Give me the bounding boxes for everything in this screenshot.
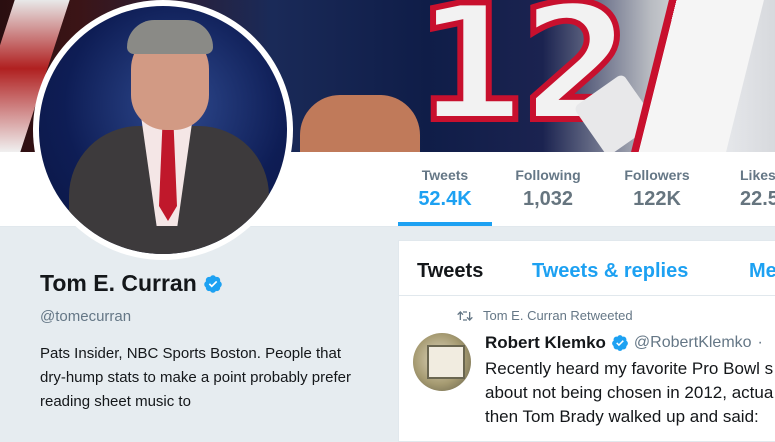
tweet-item[interactable]: Tom E. Curran Retweeted Robert Klemko @R… [399, 296, 775, 436]
avatar-hair [127, 20, 213, 54]
tweet-author-avatar[interactable] [413, 333, 471, 391]
tweet-author-handle[interactable]: @RobertKlemko [634, 334, 752, 352]
tab-tweets-replies[interactable]: Tweets & replies [532, 260, 688, 283]
tab-media[interactable]: Me [749, 260, 775, 283]
timeline-tabs: Tweets Tweets & replies Me [399, 241, 775, 296]
nav-likes-label: Likes [740, 167, 775, 183]
profile-name[interactable]: Tom E. Curran [40, 270, 197, 297]
nav-likes[interactable]: Likes 22.5 [720, 152, 775, 226]
tweet-author-name[interactable]: Robert Klemko [485, 333, 606, 353]
nav-tweets[interactable]: Tweets 52.4K [398, 152, 492, 226]
retweet-context: Tom E. Curran Retweeted [457, 308, 633, 323]
avatar-plaque [427, 345, 465, 379]
tweet-text-line: about not being chosen in 2012, actua [485, 383, 774, 402]
nav-likes-count: 22.5 [740, 188, 775, 210]
nav-followers-label: Followers [624, 167, 690, 183]
tweet-text-line: then Tom Brady walked up and said: [485, 407, 759, 426]
retweet-note[interactable]: Tom E. Curran Retweeted [483, 308, 633, 323]
banner-player-right [631, 0, 764, 152]
tweet-separator: · [757, 334, 763, 351]
tweet-text-line: Recently heard my favorite Pro Bowl s [485, 359, 774, 378]
nav-tweets-count: 52.4K [418, 188, 472, 210]
tab-tweets[interactable]: Tweets [417, 260, 483, 283]
verified-badge-icon [204, 274, 222, 293]
nav-followers-count: 122K [633, 188, 681, 210]
profile-card: Tom E. Curran @tomecurran Pats Insider, … [40, 270, 380, 414]
profile-handle[interactable]: @tomecurran [40, 308, 380, 325]
nav-following[interactable]: Following 1,032 [505, 152, 591, 226]
profile-avatar[interactable] [33, 0, 293, 260]
banner-arm [300, 95, 420, 152]
tweet-text: Recently heard my favorite Pro Bowl s ab… [485, 357, 775, 429]
tweet-header: Robert Klemko @RobertKlemko · [485, 333, 763, 353]
profile-bio: Pats Insider, NBC Sports Boston. People … [40, 345, 351, 410]
verified-badge-icon [612, 335, 628, 351]
profile-name-row: Tom E. Curran [40, 270, 380, 297]
nav-tweets-label: Tweets [421, 167, 469, 183]
avatar-photo [39, 6, 287, 254]
timeline: Tweets Tweets & replies Me Tom E. Curran… [398, 240, 775, 442]
nav-following-label: Following [515, 167, 581, 183]
retweet-icon [457, 310, 473, 321]
nav-following-count: 1,032 [522, 188, 574, 210]
nav-followers[interactable]: Followers 122K [612, 152, 702, 226]
